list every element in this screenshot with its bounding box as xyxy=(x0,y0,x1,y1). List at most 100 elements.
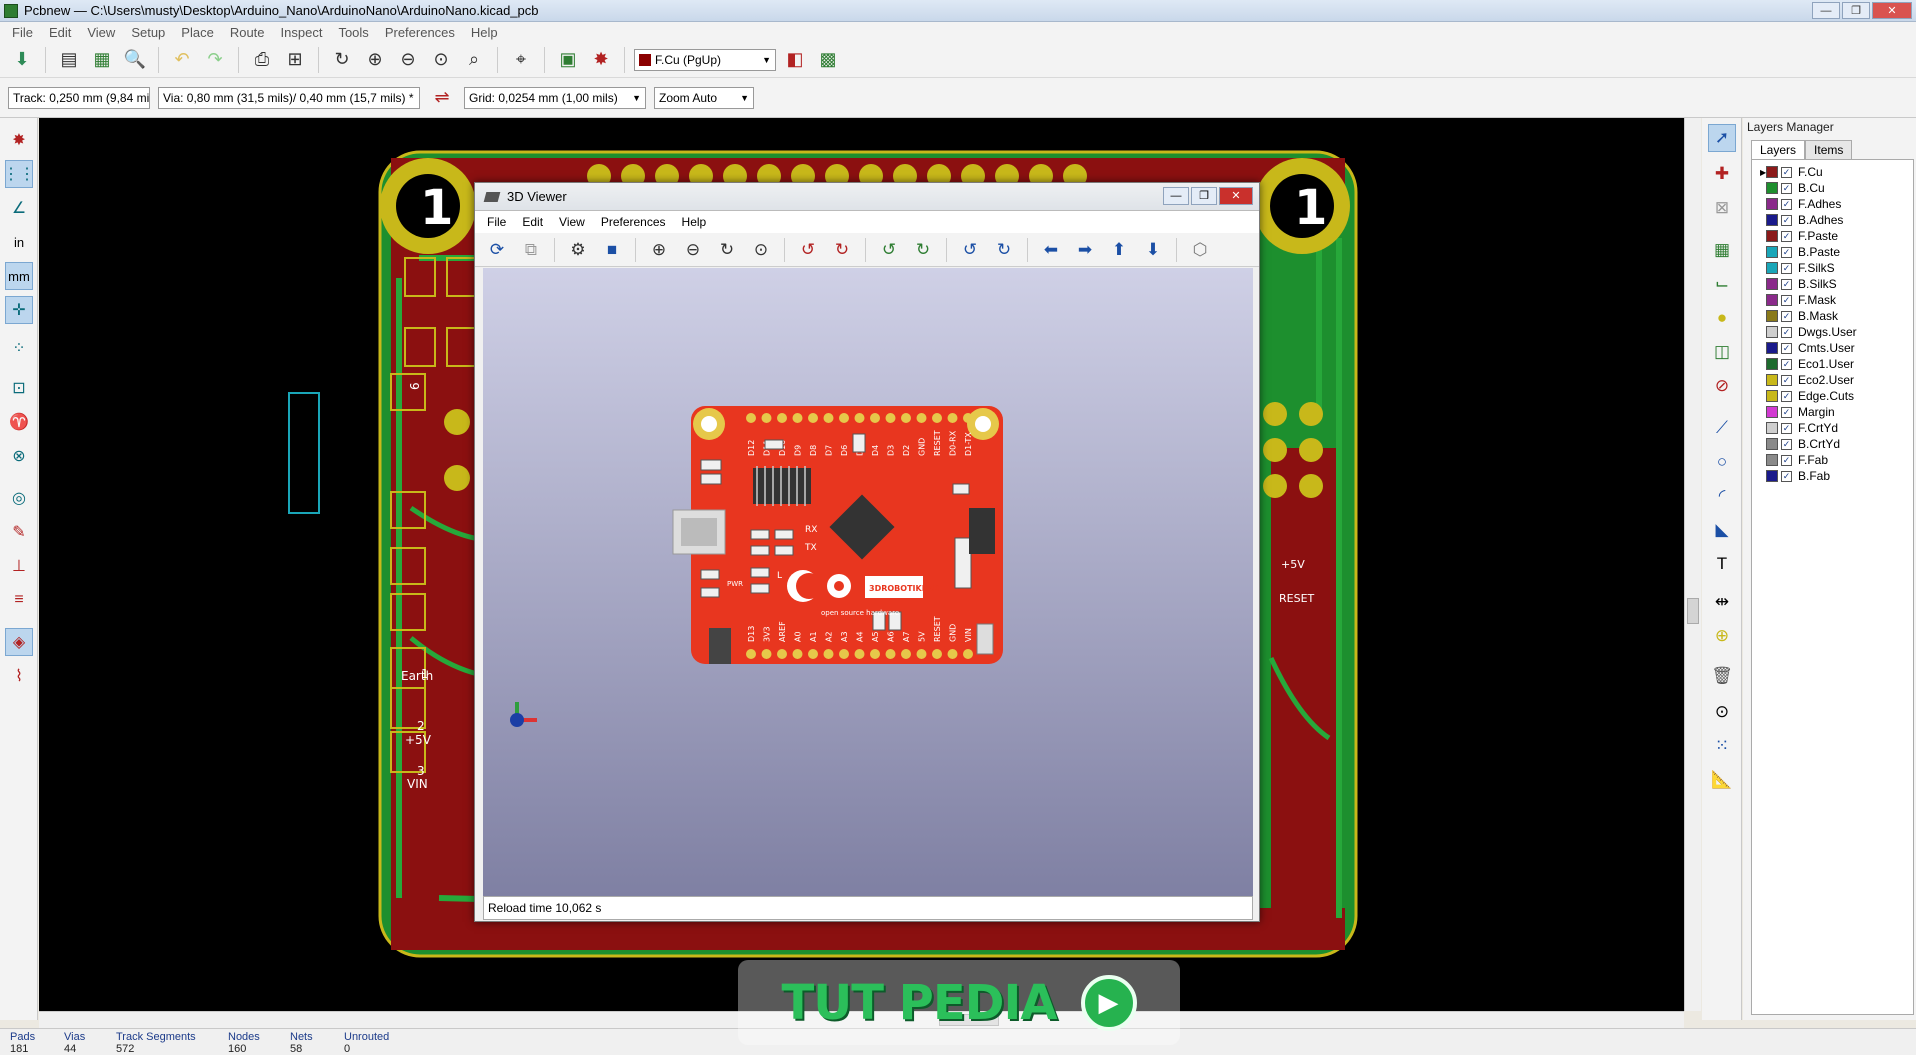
add-dimension-icon[interactable]: ⇹ xyxy=(1708,588,1736,616)
move-up-icon[interactable]: ⬆ xyxy=(1105,236,1133,264)
vias-sketch-icon[interactable]: ⊥ xyxy=(5,552,33,580)
drc-bug-icon[interactable]: ✸ xyxy=(587,46,615,74)
3d-redraw-icon[interactable]: ↻ xyxy=(713,236,741,264)
close-button[interactable]: ✕ xyxy=(1872,2,1912,19)
highlight-net-icon[interactable]: ✚ xyxy=(1708,160,1736,188)
add-via-icon[interactable]: ● xyxy=(1708,304,1736,332)
vertical-scroll-thumb[interactable] xyxy=(1687,598,1699,624)
3d-zoom-fit-icon[interactable]: ⊙ xyxy=(747,236,775,264)
pads-sketch-icon[interactable]: ✎ xyxy=(5,518,33,546)
netlist-icon[interactable]: ▣ xyxy=(554,46,582,74)
zoom-out-icon[interactable]: ⊖ xyxy=(394,46,422,74)
layer-visibility-checkbox[interactable]: ✓ xyxy=(1781,246,1792,258)
maximize-button[interactable]: ❐ xyxy=(1842,2,1870,19)
select-arrow-icon[interactable]: ➚ xyxy=(1708,124,1736,152)
layer-color-swatch[interactable] xyxy=(1766,214,1778,226)
add-footprint-icon[interactable]: ▦ xyxy=(1708,236,1736,264)
layer-color-swatch[interactable] xyxy=(1766,166,1778,178)
layer-color-swatch[interactable] xyxy=(1766,454,1778,466)
menu-route[interactable]: Route xyxy=(222,25,273,40)
layer-row-edge-cuts[interactable]: ✓ Edge.Cuts xyxy=(1752,388,1913,404)
layer-row-f-silks[interactable]: ✓ F.SilkS xyxy=(1752,260,1913,276)
layer-visibility-checkbox[interactable]: ✓ xyxy=(1781,358,1792,370)
layer-row-eco2-user[interactable]: ✓ Eco2.User xyxy=(1752,372,1913,388)
layer-color-swatch[interactable] xyxy=(1766,326,1778,338)
3d-menu-edit[interactable]: Edit xyxy=(514,215,551,229)
find-icon[interactable]: 🔍 xyxy=(121,46,149,74)
zoom-area-icon[interactable]: ⌕ xyxy=(460,46,488,74)
high-contrast-icon[interactable]: ◈ xyxy=(5,628,33,656)
print-icon[interactable]: ⎙ xyxy=(248,46,276,74)
add-target-icon[interactable]: ⊕ xyxy=(1708,622,1736,650)
plot-icon[interactable]: ⊞ xyxy=(281,46,309,74)
3d-menu-preferences[interactable]: Preferences xyxy=(593,215,674,229)
3d-menu-help[interactable]: Help xyxy=(674,215,715,229)
rotate-x-ccw-icon[interactable]: ↻ xyxy=(828,236,856,264)
tracks-sketch-icon[interactable]: ≡ xyxy=(5,586,33,614)
menu-view[interactable]: View xyxy=(79,25,123,40)
drc-off-icon[interactable]: ✸ xyxy=(5,126,33,154)
layer-row-eco1-user[interactable]: ✓ Eco1.User xyxy=(1752,356,1913,372)
menu-file[interactable]: File xyxy=(4,25,41,40)
local-ratsnest-icon[interactable]: ⊠ xyxy=(1708,194,1736,222)
menu-help[interactable]: Help xyxy=(463,25,506,40)
track-width-select[interactable]: Track: 0,250 mm (9,84 mils) * ▼ xyxy=(8,86,150,109)
layer-pair-icon[interactable]: ◧ xyxy=(781,46,809,74)
raytracing-cube-icon[interactable]: ■ xyxy=(598,236,626,264)
layer-visibility-checkbox[interactable]: ✓ xyxy=(1781,294,1792,306)
rotate-y-ccw-icon[interactable]: ↻ xyxy=(909,236,937,264)
layer-row-f-fab[interactable]: ✓ F.Fab xyxy=(1752,452,1913,468)
move-right-icon[interactable]: ➡ xyxy=(1071,236,1099,264)
add-text-icon[interactable]: T xyxy=(1708,550,1736,578)
layer-row-f-paste[interactable]: ✓ F.Paste xyxy=(1752,228,1913,244)
layer-row-b-fab[interactable]: ✓ B.Fab xyxy=(1752,468,1913,484)
3d-viewer-minimize-button[interactable]: — xyxy=(1163,187,1189,205)
units-inch-button[interactable]: in xyxy=(5,228,33,256)
zoom-selection-icon[interactable]: ⌖ xyxy=(507,46,535,74)
3d-settings-gear-icon[interactable]: ⚙ xyxy=(564,236,592,264)
3d-menu-file[interactable]: File xyxy=(479,215,514,229)
rotate-y-cw-icon[interactable]: ↺ xyxy=(875,236,903,264)
drill-origin-icon[interactable]: ⊙ xyxy=(1708,698,1736,726)
layer-row-dwgs-user[interactable]: ✓ Dwgs.User xyxy=(1752,324,1913,340)
layer-row-b-crtyd[interactable]: ✓ B.CrtYd xyxy=(1752,436,1913,452)
move-down-icon[interactable]: ⬇ xyxy=(1139,236,1167,264)
3d-zoom-out-icon[interactable]: ⊖ xyxy=(679,236,707,264)
cursor-shape-icon[interactable]: ✛ xyxy=(5,296,33,324)
3d-viewer-close-button[interactable]: ✕ xyxy=(1219,187,1253,205)
page-settings-icon[interactable]: ▤ xyxy=(55,46,83,74)
layer-row-f-cu[interactable]: ▶ ✓ F.Cu xyxy=(1752,164,1913,180)
layer-visibility-checkbox[interactable]: ✓ xyxy=(1781,278,1792,290)
rotate-x-cw-icon[interactable]: ↺ xyxy=(794,236,822,264)
add-graphic-line-icon[interactable]: ⟋ xyxy=(1708,414,1736,442)
layer-color-swatch[interactable] xyxy=(1766,246,1778,258)
3d-menu-view[interactable]: View xyxy=(551,215,593,229)
layer-visibility-checkbox[interactable]: ✓ xyxy=(1781,166,1792,178)
redraw-icon[interactable]: ↻ xyxy=(328,46,356,74)
layer-visibility-checkbox[interactable]: ✓ xyxy=(1781,374,1792,386)
layer-color-swatch[interactable] xyxy=(1766,390,1778,402)
layer-row-f-adhes[interactable]: ✓ F.Adhes xyxy=(1752,196,1913,212)
menu-tools[interactable]: Tools xyxy=(330,25,376,40)
layer-visibility-checkbox[interactable]: ✓ xyxy=(1781,262,1792,274)
module-ratsnest-icon[interactable]: ⊡ xyxy=(5,374,33,402)
3d-render-canvas[interactable]: D12D11D10D9D8D7D6D5D4D3D2GNDRESETD0-RXD1… xyxy=(483,268,1253,896)
layer-color-swatch[interactable] xyxy=(1766,374,1778,386)
zoom-select[interactable]: Zoom Auto ▼ xyxy=(654,86,754,109)
undo-icon[interactable]: ↶ xyxy=(168,46,196,74)
ortho-view-cube-icon[interactable]: ⬡ xyxy=(1186,236,1214,264)
layer-visibility-checkbox[interactable]: ✓ xyxy=(1781,342,1792,354)
layer-row-margin[interactable]: ✓ Margin xyxy=(1752,404,1913,420)
zoom-in-icon[interactable]: ⊕ xyxy=(361,46,389,74)
grid-origin-icon[interactable]: ⁙ xyxy=(1708,732,1736,760)
layer-color-swatch[interactable] xyxy=(1766,358,1778,370)
redo-icon[interactable]: ↷ xyxy=(201,46,229,74)
auto-delete-track-icon[interactable]: ♈ xyxy=(5,408,33,436)
menu-preferences[interactable]: Preferences xyxy=(377,25,463,40)
3d-zoom-in-icon[interactable]: ⊕ xyxy=(645,236,673,264)
layer-color-swatch[interactable] xyxy=(1766,198,1778,210)
layer-row-cmts-user[interactable]: ✓ Cmts.User xyxy=(1752,340,1913,356)
layer-visibility-checkbox[interactable]: ✓ xyxy=(1781,390,1792,402)
layer-visibility-checkbox[interactable]: ✓ xyxy=(1781,470,1792,482)
layer-visibility-checkbox[interactable]: ✓ xyxy=(1781,310,1792,322)
